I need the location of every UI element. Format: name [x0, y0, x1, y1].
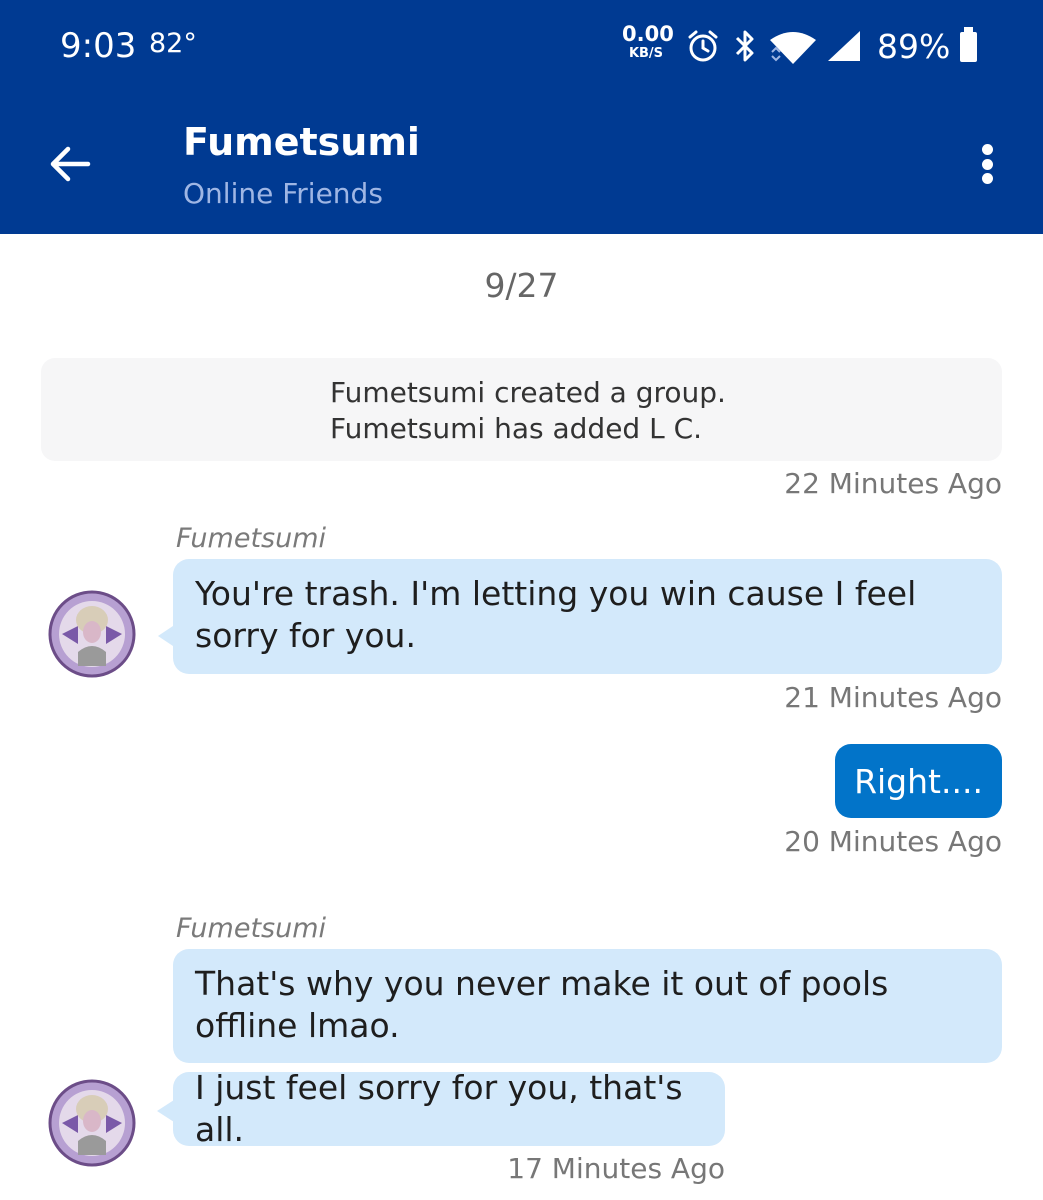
avatar[interactable]	[48, 1079, 136, 1167]
chat-title: Fumetsumi	[183, 120, 420, 164]
message-bubble[interactable]: That's why you never make it out of pool…	[173, 949, 1002, 1063]
cell-signal-icon	[828, 31, 860, 61]
system-message-line: Fumetsumi created a group.	[330, 376, 726, 409]
system-message-line: Fumetsumi has added L C.	[330, 412, 703, 445]
message-text: Right....	[854, 761, 983, 801]
message-text: I just feel sorry for you, that's all.	[195, 1068, 683, 1149]
message-text: That's why you never make it out of pool…	[195, 964, 889, 1045]
date-separator: 9/27	[484, 266, 559, 305]
message-timestamp: 17 Minutes Ago	[507, 1152, 725, 1185]
alarm-icon	[688, 30, 718, 62]
wifi-icon	[770, 32, 816, 64]
battery-icon	[960, 27, 977, 62]
network-speed: 0.00 KB/S	[622, 22, 674, 61]
more-options-button[interactable]	[966, 138, 1008, 190]
sender-name: Fumetsumi	[176, 913, 327, 944]
network-speed-value: 0.00	[622, 22, 674, 46]
outgoing-message-bubble[interactable]: Right....	[835, 744, 1002, 818]
bluetooth-icon	[735, 30, 754, 62]
system-message: Fumetsumi created a group. Fumetsumi has…	[41, 358, 1002, 461]
message-timestamp: 21 Minutes Ago	[784, 681, 1002, 714]
sender-name: Fumetsumi	[176, 523, 327, 554]
bubble-tail	[157, 1100, 174, 1122]
network-speed-unit: KB/S	[628, 46, 664, 61]
message-text: You're trash. I'm letting you win cause …	[195, 574, 917, 655]
message-timestamp: 20 Minutes Ago	[784, 825, 1002, 858]
back-button[interactable]	[42, 136, 98, 192]
more-vert-icon	[981, 144, 993, 155]
message-bubble[interactable]: I just feel sorry for you, that's all.	[173, 1068, 725, 1149]
chat-subtitle: Online Friends	[183, 177, 383, 210]
status-time: 9:03	[60, 26, 137, 66]
more-vert-icon	[981, 158, 993, 170]
battery-percent: 89%	[877, 27, 951, 66]
more-vert-icon	[981, 173, 993, 184]
message-timestamp: 22 Minutes Ago	[784, 467, 1002, 500]
avatar[interactable]	[48, 590, 136, 678]
app-header: 9:03 82° 0.00 KB/S 89% Fumetsumi Online …	[0, 0, 1043, 234]
status-temperature: 82°	[149, 28, 197, 59]
message-bubble[interactable]: You're trash. I'm letting you win cause …	[158, 559, 1002, 674]
back-arrow-icon	[50, 146, 91, 182]
